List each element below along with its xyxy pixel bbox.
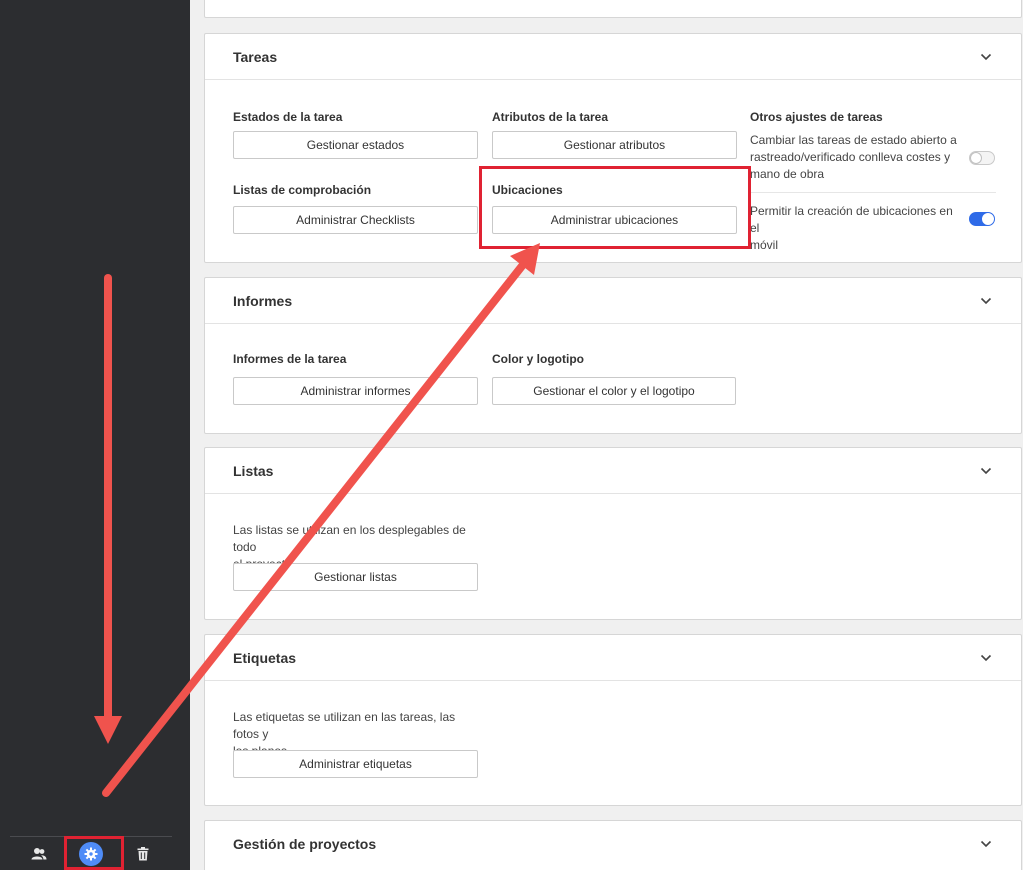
chevron-down-icon[interactable] [979,651,993,665]
toggle-cost-labor-line-1: Cambiar las tareas de estado abierto a [750,133,957,147]
section-title: Tareas [233,48,278,65]
chevron-down-icon[interactable] [979,294,993,308]
toggle-cost-labor-line-2: rastreado/verificado conlleva costes y [750,150,951,164]
toggle-mobile-locations-line-2: móvil [750,238,779,252]
manage-statuses-button[interactable]: Gestionar estados [233,131,478,159]
atributos-label: Atributos de la tarea [492,110,609,124]
listas-description-line-1: Las listas se utilizan en los desplegabl… [233,523,466,554]
trash-button[interactable] [128,837,158,870]
otros-ajustes-label: Otros ajustes de tareas [750,110,883,124]
toggle-mobile-locations-line-1: Permitir la creación de ubicaciones en e… [750,204,953,235]
ubicaciones-label: Ubicaciones [492,183,563,197]
toggle-cost-labor-line-3: mano de obra [750,167,825,181]
section-tareas: Tareas Estados de la tarea Gestionar est… [204,33,1022,263]
estados-label: Estados de la tarea [233,110,343,124]
section-tareas-header[interactable]: Tareas [205,34,1021,80]
settings-main: Tareas Estados de la tarea Gestionar est… [190,0,1023,870]
toggle-cost-labor-text: Cambiar las tareas de estado abierto a r… [750,132,965,183]
manage-checklists-button[interactable]: Administrar Checklists [233,206,478,234]
section-title: Informes [233,292,293,309]
section-listas-header[interactable]: Listas [205,448,1021,494]
sidebar-footer [10,836,172,870]
toggle-mobile-locations[interactable] [969,212,995,226]
informes-tarea-label: Informes de la tarea [233,352,347,366]
users-icon [31,848,47,860]
section-informes: Informes Informes de la tarea Administra… [204,277,1022,434]
chevron-down-icon[interactable] [979,50,993,64]
settings-active-indicator [79,842,103,866]
section-title: Listas [233,462,274,479]
section-informes-header[interactable]: Informes [205,278,1021,324]
chevron-down-icon[interactable] [979,837,993,851]
section-gestion-proyectos-header[interactable]: Gestión de proyectos [205,821,1021,867]
manage-lists-button[interactable]: Gestionar listas [233,563,478,591]
manage-color-logo-button[interactable]: Gestionar el color y el logotipo [492,377,736,405]
settings-button[interactable] [76,837,106,870]
previous-section-card [204,0,1022,18]
color-logo-label: Color y logotipo [492,352,584,366]
manage-reports-button[interactable]: Administrar informes [233,377,478,405]
gear-icon [84,847,98,861]
chevron-down-icon[interactable] [979,464,993,478]
manage-attributes-button[interactable]: Gestionar atributos [492,131,737,159]
etiquetas-description-line-1: Las etiquetas se utilizan en las tareas,… [233,710,456,741]
section-title: Etiquetas [233,649,297,666]
divider [750,192,996,193]
toggle-mobile-locations-text: Permitir la creación de ubicaciones en e… [750,203,965,254]
section-listas: Listas Las listas se utilizan en los des… [204,447,1022,620]
section-etiquetas: Etiquetas Las etiquetas se utilizan en l… [204,634,1022,806]
checklists-label: Listas de comprobación [233,183,372,197]
trash-icon [137,847,149,861]
section-gestion-proyectos: Gestión de proyectos [204,820,1022,870]
toggle-cost-labor[interactable] [969,151,995,165]
section-etiquetas-header[interactable]: Etiquetas [205,635,1021,681]
users-button[interactable] [24,837,54,870]
manage-tags-button[interactable]: Administrar etiquetas [233,750,478,778]
sidebar [0,0,190,870]
section-title: Gestión de proyectos [233,836,377,852]
manage-locations-button[interactable]: Administrar ubicaciones [492,206,737,234]
